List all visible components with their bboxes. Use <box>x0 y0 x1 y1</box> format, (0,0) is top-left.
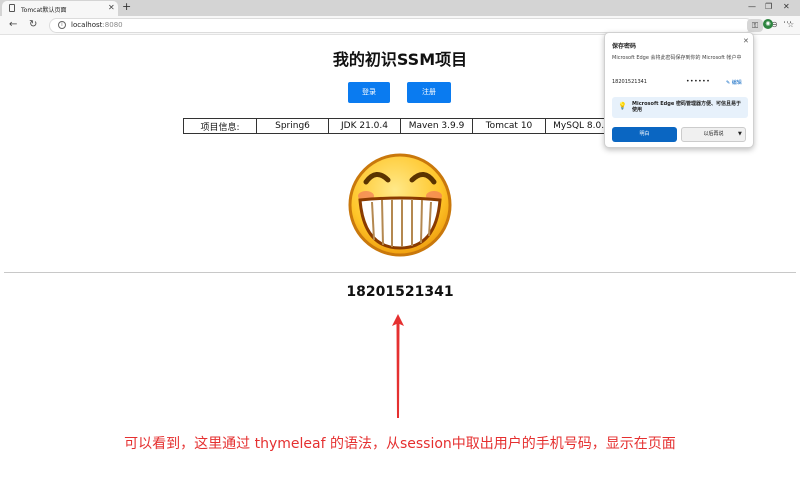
edit-button[interactable]: ✎ 编辑 <box>726 79 742 86</box>
tab-tomcat[interactable]: Tomcat默认页面 ✕ <box>2 1 118 16</box>
project-info-table: 项目信息: Spring6 JDK 21.0.4 Maven 3.9.9 Tom… <box>183 118 618 134</box>
smiley-face-image <box>348 153 452 257</box>
info-icon[interactable]: i <box>58 21 66 29</box>
later-label: 以后再说 <box>703 131 724 137</box>
close-icon[interactable]: ✕ <box>108 3 115 12</box>
annotation-text: 可以看到，这里通过 thymeleaf 的语法，从session中取出用户的手机… <box>124 436 676 452</box>
password-manager-tip: 💡 Microsoft Edge 密码管理器方便、可信且易于使用 <box>612 97 748 118</box>
close-icon[interactable]: ✕ <box>743 37 749 45</box>
address-bar[interactable]: i localhost:8080 ⚿ ⊖ ☆ <box>49 18 794 33</box>
edit-label: 编辑 <box>731 80 742 86</box>
lightbulb-icon: 💡 <box>618 102 627 110</box>
info-cell: Spring6 <box>256 118 329 134</box>
info-cell: Tomcat 10 <box>472 118 546 134</box>
minimize-icon[interactable]: — <box>748 2 756 11</box>
url-text: localhost:8080 <box>71 21 123 29</box>
saved-password-mask: •••••• <box>686 78 711 85</box>
user-phone-number: 18201521341 <box>346 284 454 300</box>
more-menu-icon[interactable]: ⋯ <box>783 18 792 28</box>
save-password-button[interactable]: 明白 <box>612 127 677 142</box>
restore-icon[interactable]: ❐ <box>765 2 772 11</box>
later-button[interactable]: 以后再说 ▼ <box>681 127 746 142</box>
popup-title: 保存密码 <box>612 43 637 50</box>
new-tab-icon[interactable]: + <box>122 0 131 13</box>
save-password-popup: 保存密码 ✕ Microsoft Edge 会将此密码保存到你的 Microso… <box>604 32 754 148</box>
popup-description: Microsoft Edge 会将此密码保存到你的 Microsoft 帐户中 <box>612 55 742 61</box>
page-icon <box>9 4 15 12</box>
key-icon[interactable]: ⚿ <box>747 19 763 32</box>
divider <box>4 272 796 273</box>
register-button[interactable]: 注册 <box>407 82 451 103</box>
chevron-down-icon[interactable]: ▼ <box>738 128 742 141</box>
tab-title: Tomcat默认页面 <box>21 7 67 14</box>
profile-icon[interactable]: ◉ <box>763 19 773 29</box>
info-cell: Maven 3.9.9 <box>400 118 473 134</box>
saved-username: 18201521341 <box>612 79 647 85</box>
annotation-arrow-icon <box>392 314 404 418</box>
window-close-icon[interactable]: ✕ <box>783 2 790 11</box>
tip-text: Microsoft Edge 密码管理器方便、可信且易于使用 <box>632 101 741 113</box>
info-cell: JDK 21.0.4 <box>328 118 401 134</box>
tab-bar: Tomcat默认页面 ✕ + — ❐ ✕ <box>0 0 800 16</box>
login-button[interactable]: 登录 <box>348 82 390 103</box>
refresh-icon[interactable]: ↻ <box>29 19 37 30</box>
back-icon[interactable]: ← <box>9 19 17 30</box>
info-cell: 项目信息: <box>183 118 257 134</box>
